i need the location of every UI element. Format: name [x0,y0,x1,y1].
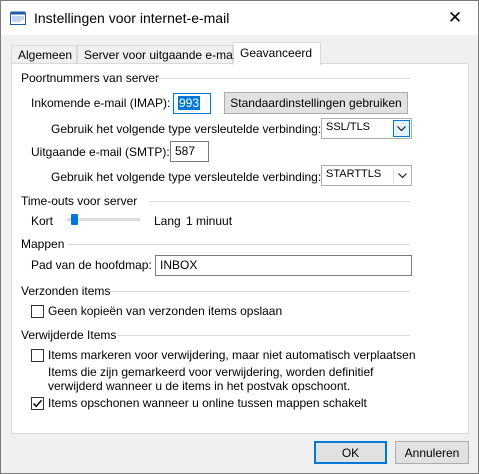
dialog-window: Instellingen voor internet-e-mail ✕ Alge… [0,0,479,474]
checkmark-icon [32,399,43,408]
timeouts-heading: Time-outs voor server [21,194,138,208]
sent-divider [110,291,410,292]
outgoing-port-value: 587 [175,144,196,158]
use-defaults-label: Standaardinstellingen gebruiken [230,96,402,110]
timeout-short-label: Kort [31,214,54,228]
purge-on-switch-checkbox[interactable] [31,397,44,410]
mark-note-line2: verwijderd wanneer u de items in het pos… [48,379,351,393]
folders-heading: Mappen [21,237,65,251]
cancel-label: Annuleren [404,445,460,460]
no-sent-copies-checkbox[interactable] [31,305,44,318]
tab-label: Server voor uitgaande e-mail [84,48,239,62]
title-bar: Instellingen voor internet-e-mail ✕ [1,1,478,35]
ports-divider [155,78,410,79]
deleted-divider [117,335,410,336]
tab-general[interactable]: Algemeen [11,45,77,64]
timeout-slider-thumb[interactable] [70,214,78,225]
root-folder-input[interactable]: INBOX [155,255,412,276]
cancel-button[interactable]: Annuleren [395,441,469,464]
sent-heading: Verzonden items [21,284,111,298]
mark-for-deletion-label: Items markeren voor verwijdering, maar n… [48,348,416,362]
timeout-value-label: 1 minuut [186,214,233,228]
ok-label: OK [341,445,360,460]
tab-label: Geavanceerd [240,46,313,60]
root-folder-value: INBOX [160,258,198,272]
incoming-encryption-select[interactable]: SSL/TLS [321,118,412,139]
dropdown-arrow-icon [393,167,410,184]
timeout-slider[interactable] [67,218,140,221]
mark-note-line1: Items die zijn gemarkeerd voor verwijder… [48,365,374,379]
outgoing-label: Uitgaande e-mail (SMTP): [31,145,170,159]
outgoing-encryption-label: Gebruik het volgende type versleutelde v… [51,170,322,184]
dropdown-arrow-icon [393,120,410,137]
incoming-port-value: 993 [178,96,201,110]
incoming-encryption-label: Gebruik het volgende type versleutelde v… [51,122,322,136]
close-button[interactable]: ✕ [432,1,478,35]
use-defaults-button[interactable]: Standaardinstellingen gebruiken [224,92,408,114]
outgoing-port-input[interactable]: 587 [170,141,209,162]
incoming-label: Inkomende e-mail (IMAP): [31,96,171,110]
tab-advanced[interactable]: Geavanceerd [233,42,321,65]
tab-outgoing-server[interactable]: Server voor uitgaande e-mail [77,45,238,64]
timeouts-divider [149,201,410,202]
window-title: Instellingen voor internet-e-mail [34,10,230,26]
deleted-heading: Verwijderde Items [21,328,117,342]
folders-divider [68,244,410,245]
tab-label: Algemeen [18,48,73,62]
timeout-long-label: Lang [154,214,181,228]
close-icon: ✕ [447,8,463,27]
outgoing-encryption-select[interactable]: STARTTLS [321,165,412,186]
outgoing-encryption-value: STARTTLS [326,168,382,180]
root-folder-label: Pad van de hoofdmap: [31,258,152,272]
no-sent-copies-label: Geen kopieën van verzonden items opslaan [48,304,283,318]
mail-settings-icon [10,11,26,25]
ok-button[interactable]: OK [314,441,387,464]
mark-for-deletion-checkbox[interactable] [31,349,44,362]
advanced-panel: Poortnummers van server Inkomende e-mail… [11,63,469,434]
ports-heading: Poortnummers van server [21,71,160,85]
purge-on-switch-label: Items opschonen wanneer u online tussen … [48,396,367,410]
incoming-encryption-value: SSL/TLS [326,121,371,133]
incoming-port-input[interactable]: 993 [173,93,211,114]
